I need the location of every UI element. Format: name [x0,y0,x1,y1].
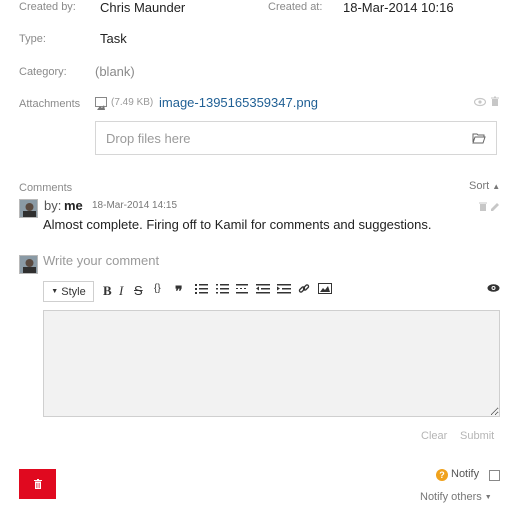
submit-button[interactable]: Submit [460,430,494,442]
italic-icon[interactable]: I [119,283,123,299]
comment-by-prefix: by: [44,198,62,213]
created-by-value: Chris Maunder [100,0,186,15]
image-file-icon [95,97,107,110]
dropzone-text: Drop files here [106,131,191,146]
clear-button[interactable]: Clear [421,430,447,442]
caret-down-icon: ▼ [51,288,59,295]
ordered-list-icon[interactable] [216,283,229,294]
attachments-label: Attachments [19,98,81,110]
type-value: Task [100,31,127,46]
style-label: Style [61,285,86,298]
category-label: Category: [19,66,67,78]
comment-text: Almost complete. Firing off to Kamil for… [43,217,432,232]
bold-icon[interactable]: B [103,283,112,299]
notify-label: Notify [451,468,480,480]
help-icon[interactable]: ? [436,469,448,481]
eye-icon[interactable] [473,97,487,110]
strikethrough-icon[interactable]: S [134,283,143,298]
created-by-label: Created by: [19,1,76,13]
file-dropzone[interactable]: Drop files here [95,121,497,155]
trash-icon-white [33,479,42,489]
type-label: Type: [19,33,46,45]
sort-button[interactable]: Sort ▲ [469,180,500,192]
indent-right-icon[interactable] [277,283,291,294]
folder-open-icon[interactable] [472,131,486,149]
notify-others-dropdown[interactable]: Notify others ▼ [420,491,492,503]
created-at-value: 18-Mar-2014 10:16 [343,0,454,15]
code-icon[interactable]: {} [154,283,161,294]
attachment-size: (7.49 KB) [111,97,154,108]
notify-others-label: Notify others [420,491,482,503]
sort-label: Sort [469,180,490,192]
image-icon[interactable] [318,283,332,294]
write-comment-placeholder[interactable]: Write your comment [43,253,159,268]
comment-edit-icon[interactable] [490,199,500,217]
outdent-icon[interactable] [256,283,270,294]
style-dropdown[interactable]: ▼ Style [43,281,94,302]
comment-trash-icon[interactable] [478,199,488,217]
indent-icon[interactable] [236,283,248,294]
avatar [19,199,38,218]
caret-down-icon: ▼ [484,493,492,501]
quote-icon[interactable]: ❞ [175,283,183,300]
comment-editor[interactable] [43,310,500,417]
caret-up-icon: ▲ [492,181,501,191]
attachment-link[interactable]: image-1395165359347.png [159,95,318,110]
preview-eye-icon[interactable] [487,283,500,293]
delete-button[interactable] [19,469,56,499]
trash-icon[interactable] [490,96,500,110]
category-value[interactable]: (blank) [95,64,135,79]
current-user-avatar [19,255,38,274]
link-icon[interactable] [298,283,310,295]
comment-author[interactable]: me [64,198,83,213]
created-at-label: Created at: [268,1,323,13]
notify-checkbox[interactable] [489,470,500,481]
comments-label: Comments [19,182,73,194]
comment-timestamp: 18-Mar-2014 14:15 [92,200,178,211]
unordered-list-icon[interactable] [195,283,208,294]
